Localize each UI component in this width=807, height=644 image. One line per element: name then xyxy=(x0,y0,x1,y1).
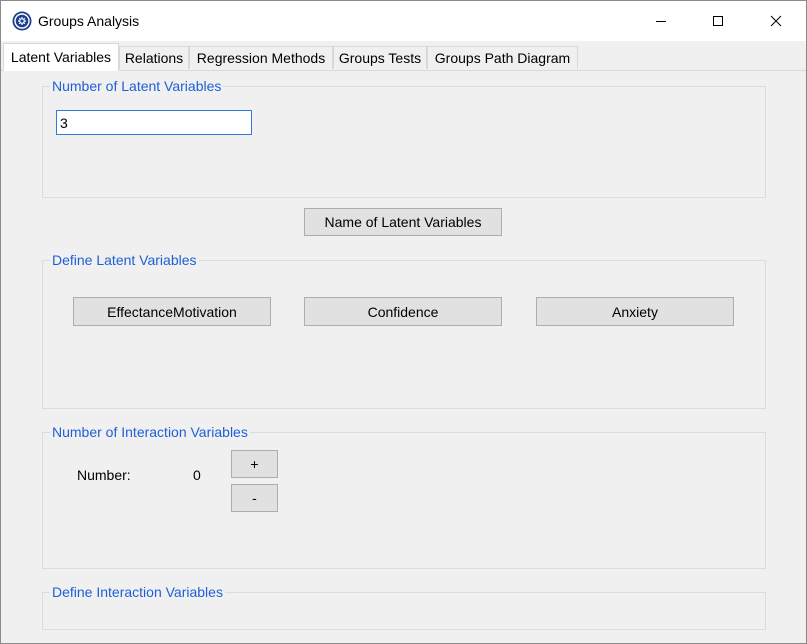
maximize-button[interactable] xyxy=(695,1,741,41)
interaction-number-value: 0 xyxy=(193,467,201,483)
window-title: Groups Analysis xyxy=(38,13,140,29)
latent-count-input[interactable] xyxy=(56,110,252,135)
tab-relations[interactable]: Relations xyxy=(119,46,189,69)
name-latent-variables-button[interactable]: Name of Latent Variables xyxy=(304,208,502,236)
increment-interaction-button[interactable]: + xyxy=(231,450,278,478)
decrement-interaction-button[interactable]: - xyxy=(231,484,278,512)
latent-count-group-label: Number of Latent Variables xyxy=(50,78,224,94)
interaction-number-label: Number: xyxy=(77,467,131,483)
latent-variable-button-effectance-motivation[interactable]: EffectanceMotivation xyxy=(73,297,271,326)
interaction-count-group-label: Number of Interaction Variables xyxy=(50,424,250,440)
latent-count-group xyxy=(42,86,766,198)
define-latent-group-label: Define Latent Variables xyxy=(50,252,199,268)
latent-variable-button-anxiety[interactable]: Anxiety xyxy=(536,297,734,326)
define-latent-group xyxy=(42,260,766,409)
minimize-button[interactable] xyxy=(638,1,684,41)
tab-regression-methods[interactable]: Regression Methods xyxy=(189,46,333,69)
tab-strip: Latent Variables Relations Regression Me… xyxy=(1,41,806,71)
define-interaction-group-label: Define Interaction Variables xyxy=(50,584,225,600)
tab-latent-variables[interactable]: Latent Variables xyxy=(3,43,119,71)
minimize-icon xyxy=(655,15,667,27)
interaction-count-group xyxy=(42,432,766,569)
close-icon xyxy=(770,15,782,27)
tab-groups-tests[interactable]: Groups Tests xyxy=(333,46,427,69)
maximize-icon xyxy=(712,15,724,27)
close-button[interactable] xyxy=(753,1,799,41)
tab-groups-path-diagram[interactable]: Groups Path Diagram xyxy=(427,46,578,69)
main-window: Groups Analysis Latent Variables Relatio… xyxy=(0,0,807,644)
app-logo-icon xyxy=(12,11,32,31)
title-bar[interactable]: Groups Analysis xyxy=(1,1,806,41)
latent-variable-button-confidence[interactable]: Confidence xyxy=(304,297,502,326)
